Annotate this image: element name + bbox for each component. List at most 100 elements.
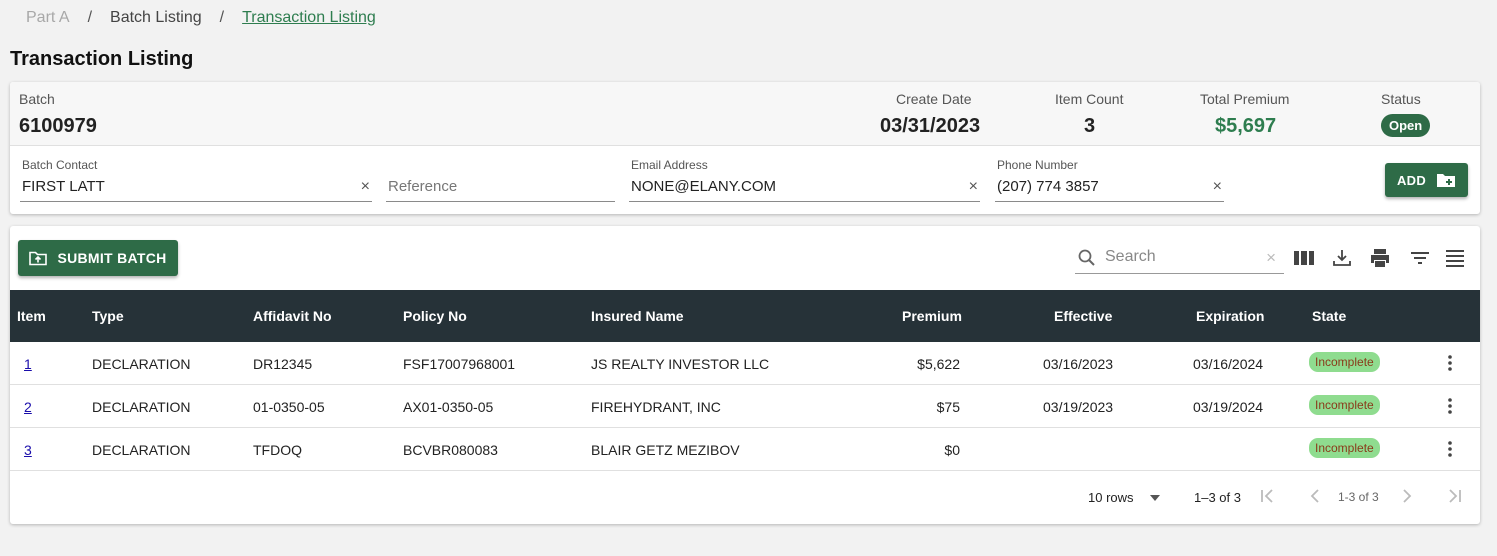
cell-premium: $75	[936, 399, 960, 415]
col-state[interactable]: State	[1312, 308, 1346, 324]
phone-label: Phone Number	[997, 158, 1078, 172]
cell-affidavit: TFDOQ	[253, 442, 302, 458]
add-button[interactable]: ADD	[1385, 163, 1468, 197]
add-folder-icon	[1437, 174, 1456, 187]
state-badge: Incomplete	[1309, 395, 1380, 415]
reference-input[interactable]	[388, 178, 589, 195]
item-count-label: Item Count	[1055, 91, 1124, 107]
col-type[interactable]: Type	[92, 308, 124, 324]
col-premium[interactable]: Premium	[902, 308, 962, 324]
create-date-value: 03/31/2023	[880, 115, 981, 137]
add-button-label: ADD	[1396, 172, 1427, 188]
cell-insured: BLAIR GETZ MEZIBOV	[591, 442, 740, 458]
next-page-icon[interactable]	[1398, 487, 1416, 505]
last-page-icon[interactable]	[1446, 487, 1464, 505]
status-label: Status	[1381, 91, 1421, 107]
cell-insured: FIREHYDRANT, INC	[591, 399, 721, 415]
batch-card: Batch 6100979 Create Date 03/31/2023 Ite…	[10, 82, 1480, 214]
cell-policy: AX01-0350-05	[403, 399, 494, 415]
col-effective[interactable]: Effective	[1054, 308, 1112, 324]
cell-policy: BCVBR080083	[403, 442, 498, 458]
filter-icon[interactable]	[1408, 246, 1432, 270]
table-row: 3 DECLARATION TFDOQ BCVBR080083 BLAIR GE…	[10, 428, 1480, 471]
view-column-icon[interactable]	[1292, 246, 1316, 270]
cell-premium: $5,622	[917, 356, 960, 372]
rows-per-page-value: 10 rows	[1088, 490, 1134, 505]
breadcrumb-separator: /	[87, 9, 93, 26]
caret-down-icon	[1149, 494, 1160, 501]
download-icon[interactable]	[1330, 246, 1354, 270]
upload-folder-icon	[29, 251, 48, 265]
state-badge: Incomplete	[1309, 438, 1380, 458]
create-date-label: Create Date	[896, 91, 972, 107]
clear-contact-icon[interactable]: ×	[361, 178, 370, 196]
breadcrumb-batch-listing[interactable]: Batch Listing	[110, 9, 202, 27]
more-vert-icon[interactable]	[1442, 440, 1458, 458]
submit-batch-button[interactable]: SUBMIT BATCH	[18, 240, 178, 276]
search-icon	[1078, 249, 1095, 266]
col-item[interactable]: Item	[17, 308, 46, 324]
page-range: 1–3 of 3	[1194, 490, 1241, 505]
phone-field: Phone Number ×	[995, 158, 1224, 202]
breadcrumb: Part A / Batch Listing / Transaction Lis…	[26, 9, 376, 27]
breadcrumb-separator: /	[219, 9, 225, 26]
table-row: 1 DECLARATION DR12345 FSF17007968001 JS …	[10, 342, 1480, 385]
page-range-mid: 1-3 of 3	[1338, 490, 1379, 504]
state-badge: Incomplete	[1309, 352, 1380, 372]
clear-phone-icon[interactable]: ×	[1213, 178, 1222, 196]
cell-affidavit: DR12345	[253, 356, 313, 372]
col-insured[interactable]: Insured Name	[591, 308, 684, 324]
cell-premium: $0	[944, 442, 960, 458]
reference-field	[386, 158, 615, 202]
total-premium-label: Total Premium	[1200, 91, 1290, 107]
first-page-icon[interactable]	[1258, 487, 1276, 505]
status-badge: Open	[1381, 114, 1431, 137]
pagination: 10 rows 1–3 of 3 1-3 of 3	[10, 472, 1480, 524]
page-title: Transaction Listing	[10, 48, 194, 70]
cell-effective: 03/16/2023	[1043, 356, 1114, 372]
table-header: Item Type Affidavit No Policy No Insured…	[10, 290, 1480, 342]
breadcrumb-part[interactable]: Part A	[26, 9, 70, 27]
submit-batch-label: SUBMIT BATCH	[57, 250, 167, 266]
cell-affidavit: 01-0350-05	[253, 399, 325, 415]
batch-contact-field: Batch Contact ×	[20, 158, 372, 202]
col-policy[interactable]: Policy No	[403, 308, 467, 324]
more-vert-icon[interactable]	[1442, 397, 1458, 415]
item-link[interactable]: 2	[24, 399, 32, 415]
cell-effective: 03/19/2023	[1043, 399, 1114, 415]
email-label: Email Address	[631, 158, 708, 172]
density-icon[interactable]	[1443, 246, 1467, 270]
phone-input[interactable]	[997, 178, 1198, 195]
item-link[interactable]: 1	[24, 356, 32, 372]
clear-email-icon[interactable]: ×	[969, 178, 978, 196]
transactions-card: SUBMIT BATCH × Item Type Affidavit No Po…	[10, 226, 1480, 524]
search-input[interactable]	[1105, 248, 1255, 266]
total-premium-value: $5,697	[1215, 115, 1277, 137]
cell-insured: JS REALTY INVESTOR LLC	[591, 356, 770, 372]
table-row: 2 DECLARATION 01-0350-05 AX01-0350-05 FI…	[10, 385, 1480, 428]
batch-label: Batch	[19, 91, 55, 107]
rows-per-page-select[interactable]: 10 rows	[1088, 490, 1160, 505]
print-icon[interactable]	[1368, 246, 1392, 270]
cell-policy: FSF17007968001	[403, 356, 516, 372]
batch-contact-input[interactable]	[22, 178, 346, 195]
cell-type: DECLARATION	[92, 442, 191, 458]
cell-type: DECLARATION	[92, 399, 191, 415]
email-input[interactable]	[631, 178, 954, 195]
clear-search-icon[interactable]: ×	[1266, 248, 1276, 268]
col-expiration[interactable]: Expiration	[1196, 308, 1264, 324]
batch-contact-label: Batch Contact	[22, 158, 98, 172]
batch-summary: Batch 6100979 Create Date 03/31/2023 Ite…	[10, 82, 1480, 146]
more-vert-icon[interactable]	[1442, 354, 1458, 372]
cell-type: DECLARATION	[92, 356, 191, 372]
item-count-value: 3	[1084, 115, 1096, 137]
cell-expiration: 03/16/2024	[1193, 356, 1264, 372]
breadcrumb-current[interactable]: Transaction Listing	[242, 9, 376, 27]
search-box: ×	[1075, 244, 1284, 274]
item-link[interactable]: 3	[24, 442, 32, 458]
col-affidavit[interactable]: Affidavit No	[253, 308, 332, 324]
email-field: Email Address ×	[629, 158, 980, 202]
cell-expiration: 03/19/2024	[1193, 399, 1264, 415]
batch-value: 6100979	[19, 115, 97, 137]
prev-page-icon[interactable]	[1306, 487, 1324, 505]
